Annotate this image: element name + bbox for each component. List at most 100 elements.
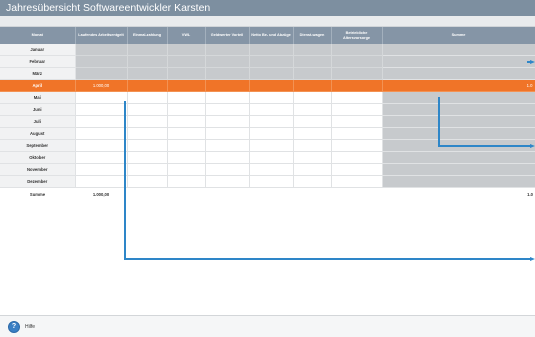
column-header-dienstwagen[interactable]: Dienst-wagen — [293, 27, 332, 44]
value-cell[interactable] — [167, 44, 206, 56]
column-header-netto-bezuege[interactable]: Netto Be- und Abzüge — [249, 27, 294, 44]
value-cell[interactable] — [167, 55, 206, 68]
value-cell[interactable] — [293, 175, 332, 188]
value-cell[interactable] — [127, 151, 168, 164]
table-row[interactable]: Februar — [0, 55, 535, 68]
table-row[interactable]: Oktober — [0, 151, 535, 164]
table-row[interactable]: Januar — [0, 44, 535, 56]
table-row[interactable]: März — [0, 67, 535, 80]
value-cell[interactable] — [249, 175, 294, 188]
value-cell[interactable] — [75, 139, 128, 152]
value-cell[interactable] — [205, 79, 250, 92]
value-cell[interactable] — [127, 175, 168, 188]
value-cell[interactable] — [167, 139, 206, 152]
value-cell[interactable] — [293, 67, 332, 80]
column-header-month[interactable]: Monat — [0, 27, 76, 44]
value-cell[interactable] — [75, 91, 128, 104]
value-cell[interactable] — [75, 55, 128, 68]
value-cell[interactable] — [205, 175, 250, 188]
value-cell[interactable] — [167, 163, 206, 176]
value-cell[interactable] — [75, 127, 128, 140]
value-cell[interactable] — [127, 103, 168, 116]
value-cell[interactable] — [167, 91, 206, 104]
value-cell[interactable] — [249, 44, 294, 56]
table-row[interactable]: Mai — [0, 91, 535, 104]
value-cell[interactable] — [205, 91, 250, 104]
value-cell[interactable] — [293, 115, 332, 128]
value-cell[interactable] — [249, 115, 294, 128]
value-cell[interactable] — [167, 151, 206, 164]
value-cell[interactable] — [127, 91, 168, 104]
value-cell[interactable] — [331, 115, 383, 128]
value-cell[interactable] — [205, 163, 250, 176]
value-cell[interactable] — [205, 139, 250, 152]
value-cell[interactable] — [249, 127, 294, 140]
value-cell[interactable] — [167, 115, 206, 128]
value-cell[interactable] — [75, 44, 128, 56]
value-cell[interactable] — [205, 44, 250, 56]
value-cell[interactable] — [249, 67, 294, 80]
value-cell[interactable] — [249, 163, 294, 176]
help-button[interactable]: ? Hilfe — [8, 321, 35, 333]
value-cell[interactable] — [331, 55, 383, 68]
table-row[interactable]: Juli — [0, 115, 535, 128]
value-cell[interactable] — [167, 79, 206, 92]
column-header-summe[interactable]: Summe — [382, 27, 535, 44]
value-cell[interactable] — [205, 151, 250, 164]
value-cell[interactable] — [293, 103, 332, 116]
value-cell[interactable] — [249, 151, 294, 164]
value-cell[interactable] — [205, 115, 250, 128]
value-cell[interactable] — [249, 79, 294, 92]
value-cell[interactable] — [249, 91, 294, 104]
value-cell[interactable] — [127, 44, 168, 56]
value-cell[interactable] — [75, 67, 128, 80]
table-row[interactable]: April 1.000,00 1.0 — [0, 79, 535, 92]
value-cell[interactable] — [331, 103, 383, 116]
value-cell[interactable] — [127, 115, 168, 128]
value-cell[interactable] — [75, 163, 128, 176]
value-cell[interactable] — [127, 139, 168, 152]
value-cell[interactable] — [331, 67, 383, 80]
value-cell[interactable] — [293, 55, 332, 68]
value-cell[interactable] — [205, 55, 250, 68]
column-header-geldwerter-vorteil[interactable]: Geldwerter Vorteil — [205, 27, 250, 44]
value-cell[interactable] — [293, 139, 332, 152]
value-cell[interactable] — [167, 175, 206, 188]
value-cell[interactable] — [331, 79, 383, 92]
table-row[interactable]: November — [0, 163, 535, 176]
value-cell[interactable] — [167, 127, 206, 140]
value-cell[interactable] — [331, 151, 383, 164]
column-header-einmalzahlung[interactable]: Einmal-zahlung — [127, 27, 168, 44]
column-header-bav[interactable]: Betriebliche Altersvorsorge — [331, 27, 383, 44]
value-cell[interactable] — [75, 151, 128, 164]
value-cell[interactable] — [205, 67, 250, 80]
value-cell[interactable] — [293, 44, 332, 56]
value-cell[interactable] — [249, 139, 294, 152]
column-header-vwl[interactable]: VWL — [167, 27, 206, 44]
table-row[interactable]: August — [0, 127, 535, 140]
value-cell[interactable] — [75, 103, 128, 116]
value-cell[interactable] — [167, 103, 206, 116]
value-cell[interactable] — [127, 163, 168, 176]
value-cell[interactable] — [205, 103, 250, 116]
value-cell[interactable] — [331, 139, 383, 152]
value-cell[interactable] — [293, 163, 332, 176]
value-cell[interactable] — [127, 67, 168, 80]
value-cell[interactable] — [249, 55, 294, 68]
value-cell[interactable] — [167, 67, 206, 80]
value-cell[interactable]: 1.000,00 — [75, 79, 128, 92]
value-cell[interactable] — [331, 163, 383, 176]
value-cell[interactable] — [293, 79, 332, 92]
table-row[interactable]: Dezember — [0, 175, 535, 188]
value-cell[interactable] — [331, 44, 383, 56]
value-cell[interactable] — [331, 175, 383, 188]
value-cell[interactable] — [205, 127, 250, 140]
value-cell[interactable] — [293, 127, 332, 140]
value-cell[interactable] — [331, 127, 383, 140]
value-cell[interactable] — [127, 127, 168, 140]
value-cell[interactable] — [75, 175, 128, 188]
column-header-entgelt[interactable]: Laufendes Arbeitsentgelt — [75, 27, 128, 44]
value-cell[interactable] — [293, 91, 332, 104]
value-cell[interactable] — [331, 91, 383, 104]
value-cell[interactable] — [127, 55, 168, 68]
